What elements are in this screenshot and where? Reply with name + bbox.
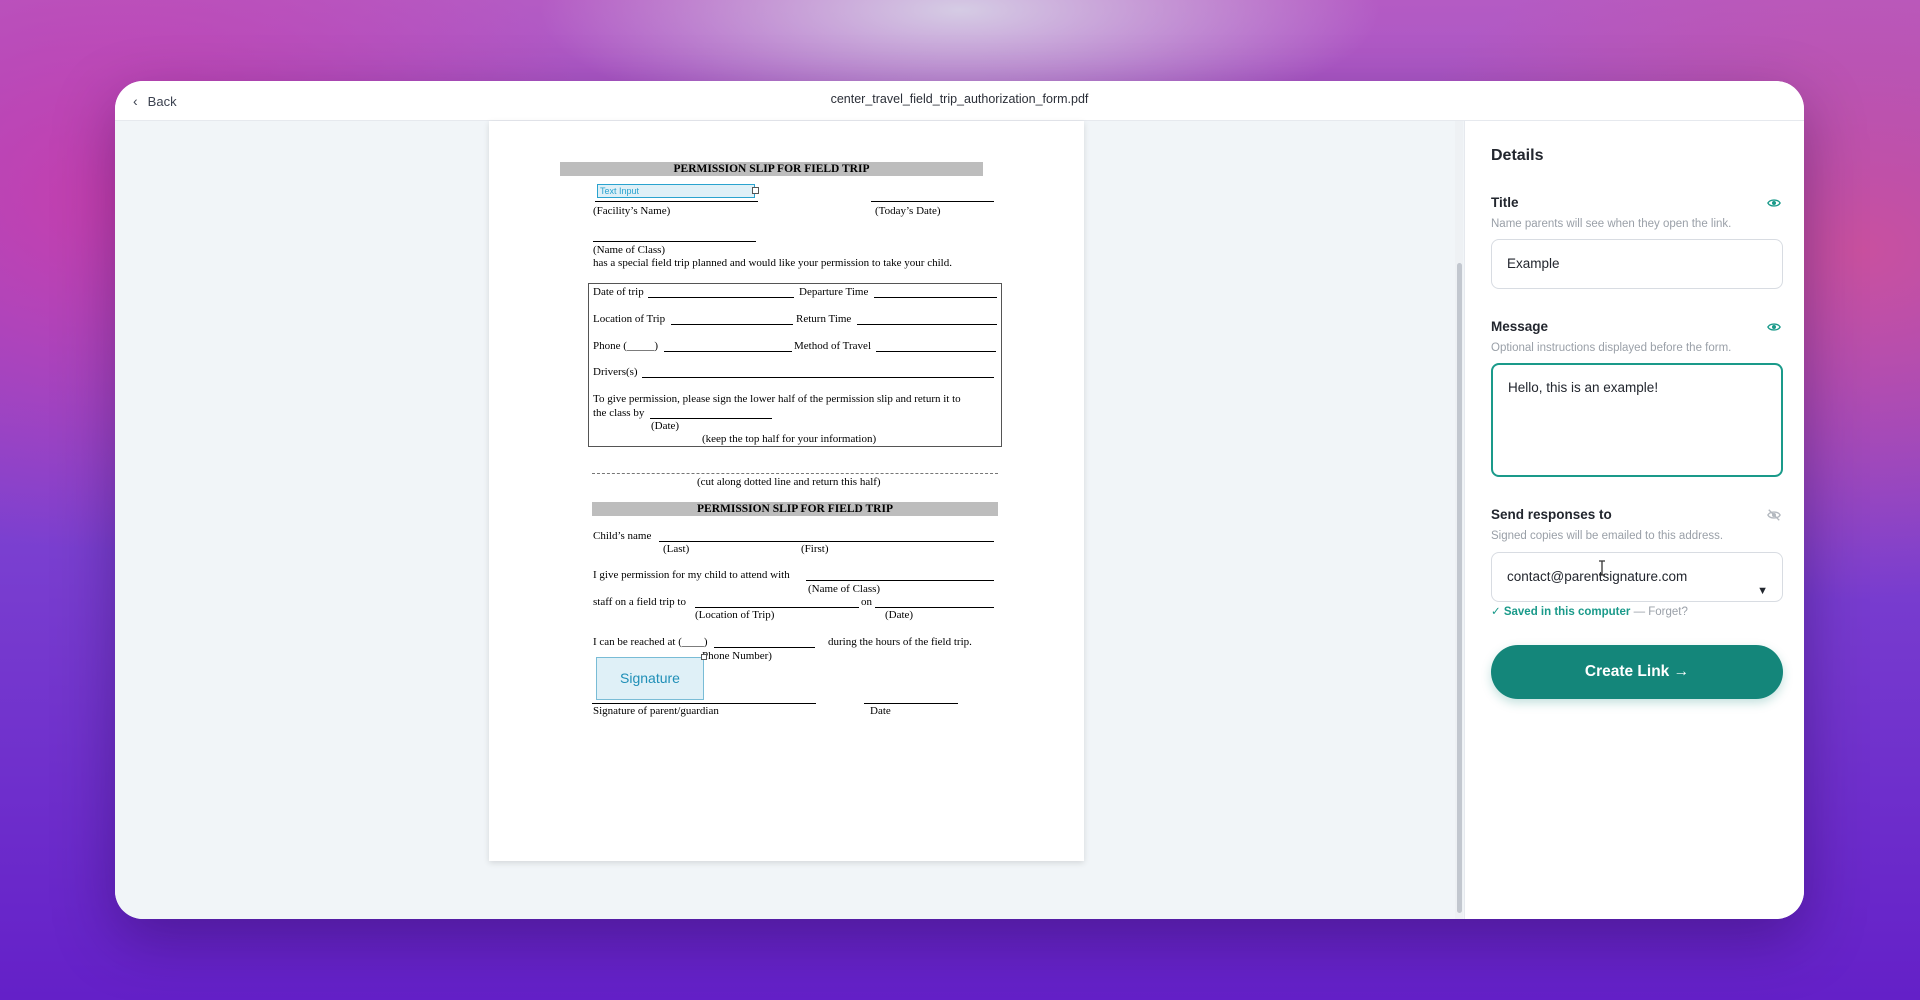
signature-date-line <box>864 703 958 704</box>
eye-icon[interactable] <box>1767 196 1781 210</box>
date-caption-2: (Date) <box>885 609 914 621</box>
send-responses-label: Send responses to <box>1491 507 1612 522</box>
location-of-trip-caption: (Location of Trip) <box>695 609 775 621</box>
text-input-field[interactable]: Text Input <box>597 184 759 198</box>
eye-off-icon[interactable] <box>1767 508 1781 522</box>
saved-status: ✓ Saved in this computer — Forget? <box>1491 604 1688 618</box>
phone-label: Phone (_____) <box>593 340 659 352</box>
email-select[interactable]: contact@parentsignature.com ▼ <box>1491 552 1783 602</box>
departure-time-line <box>874 297 997 298</box>
viewer-scrollbar[interactable] <box>1455 121 1463 919</box>
location-of-trip-label: Location of Trip <box>593 313 666 325</box>
saved-text: ✓ Saved in this computer <box>1491 606 1631 618</box>
scrollbar-thumb[interactable] <box>1457 263 1462 913</box>
return-time-label: Return Time <box>796 313 852 325</box>
drivers-label: Drivers(s) <box>593 366 638 378</box>
class-line <box>593 241 756 242</box>
send-responses-hint: Signed copies will be emailed to this ad… <box>1491 530 1724 542</box>
departure-time-label: Departure Time <box>799 286 869 298</box>
childs-name-label: Child’s name <box>593 530 652 542</box>
title-bar: ‹ Back center_travel_field_trip_authoriz… <box>115 81 1804 121</box>
trip-location-line <box>695 607 859 608</box>
phone-line <box>664 351 792 352</box>
details-panel: Details Title Name parents will see when… <box>1464 121 1804 919</box>
name-of-class-caption-2: (Name of Class) <box>808 583 881 595</box>
create-link-button[interactable]: Create Link → <box>1491 645 1783 699</box>
date-of-trip-label: Date of trip <box>593 286 644 298</box>
today-date-caption: (Today’s Date) <box>875 205 941 217</box>
resize-handle[interactable] <box>752 187 759 194</box>
cut-along-caption: (cut along dotted line and return this h… <box>697 476 881 488</box>
reached-at-text: I can be reached at (____) <box>593 636 708 648</box>
form-title-bottom: PERMISSION SLIP FOR FIELD TRIP <box>592 502 998 516</box>
during-hours-text: during the hours of the field trip. <box>828 636 972 648</box>
cut-line <box>592 473 998 474</box>
message-textarea[interactable]: Hello, this is an example! <box>1491 363 1783 477</box>
on-text: on <box>861 596 872 608</box>
class-by-line <box>650 418 772 419</box>
signature-line <box>592 703 816 704</box>
intro-text: has a special field trip planned and wou… <box>593 257 952 269</box>
last-caption: (Last) <box>663 543 690 555</box>
today-date-line <box>871 201 994 202</box>
staff-on-text: staff on a field trip to <box>593 596 686 608</box>
trip-date-line <box>875 607 994 608</box>
title-input[interactable]: Example <box>1491 239 1783 289</box>
title-label: Title <box>1491 195 1519 210</box>
name-of-class-caption: (Name of Class) <box>593 244 666 256</box>
method-of-travel-label: Method of Travel <box>794 340 871 352</box>
date-of-trip-line <box>648 297 794 298</box>
facility-name-caption: (Facility’s Name) <box>593 205 671 217</box>
give-permission-text-1: To give permission, please sign the lowe… <box>593 393 961 405</box>
i-give-permission-text: I give permission for my child to attend… <box>593 569 790 581</box>
details-heading: Details <box>1491 147 1544 164</box>
first-caption: (First) <box>801 543 829 555</box>
file-name: center_travel_field_trip_authorization_f… <box>830 92 1089 106</box>
pdf-page: PERMISSION SLIP FOR FIELD TRIP Text Inpu… <box>489 121 1084 861</box>
pdf-viewer[interactable]: PERMISSION SLIP FOR FIELD TRIP Text Inpu… <box>115 121 1449 919</box>
drivers-line <box>642 377 994 378</box>
app-window: ‹ Back center_travel_field_trip_authoriz… <box>115 81 1804 919</box>
phone-number-line <box>714 647 815 648</box>
message-hint: Optional instructions displayed before t… <box>1491 342 1732 354</box>
dropdown-arrow-icon[interactable]: ▼ <box>1757 567 1768 615</box>
date-caption: (Date) <box>651 420 680 432</box>
message-label: Message <box>1491 319 1549 334</box>
method-line <box>876 351 996 352</box>
signature-of-parent-caption: Signature of parent/guardian <box>593 705 719 717</box>
eye-icon[interactable] <box>1767 320 1781 334</box>
location-line <box>671 324 793 325</box>
give-permission-text-2: the class by <box>593 407 645 419</box>
title-hint: Name parents will see when they open the… <box>1491 218 1732 230</box>
childs-name-line <box>659 541 994 542</box>
signature-field[interactable]: Signature <box>596 654 707 700</box>
signature-field-label: Signature <box>620 670 680 686</box>
form-title-top: PERMISSION SLIP FOR FIELD TRIP <box>560 162 983 176</box>
text-cursor-icon <box>1599 560 1605 576</box>
text-input-label: Text Input <box>600 186 640 196</box>
phone-number-caption: Phone Number) <box>702 650 772 662</box>
return-time-line <box>857 324 997 325</box>
facility-line <box>595 201 758 202</box>
forget-link[interactable]: — Forget? <box>1634 606 1688 618</box>
resize-handle[interactable] <box>701 654 707 660</box>
date-caption-3: Date <box>870 705 891 717</box>
keep-top-caption: (keep the top half for your information) <box>702 433 877 445</box>
attend-with-line <box>806 580 994 581</box>
